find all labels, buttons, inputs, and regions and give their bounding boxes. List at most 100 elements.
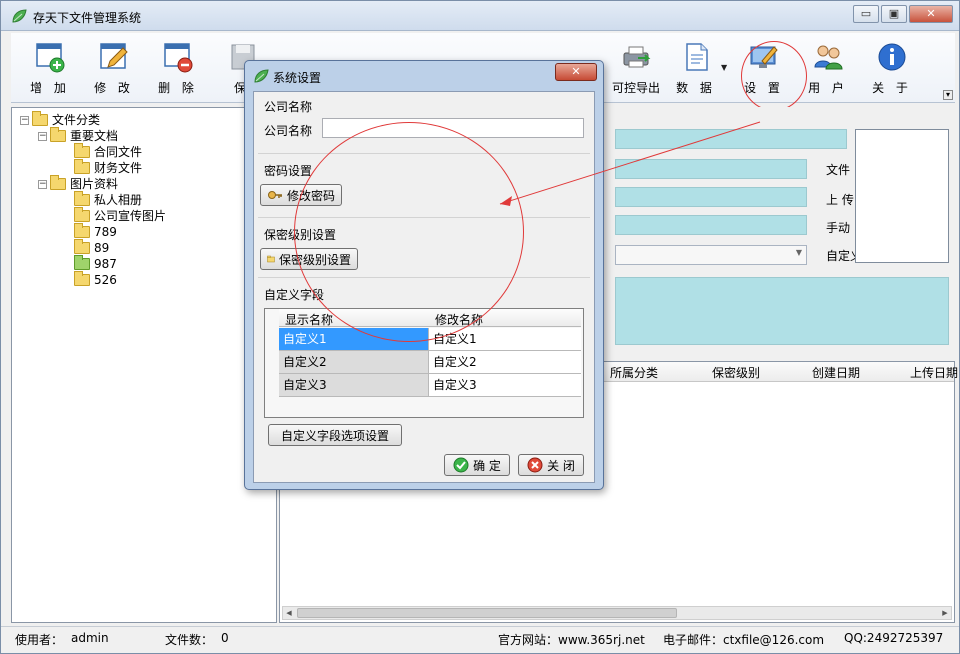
dialog-title-bar[interactable]: 系统设置 ✕ bbox=[245, 61, 603, 91]
add-label: 增 加 bbox=[30, 81, 70, 95]
ok-button[interactable]: 确 定 bbox=[444, 454, 510, 476]
about-label: 关 于 bbox=[872, 81, 912, 95]
detail-field-4[interactable] bbox=[615, 215, 807, 235]
security-level-label: 保密级别设置 bbox=[278, 252, 351, 267]
rename-cell[interactable]: 自定义1 bbox=[429, 328, 581, 350]
tree-node-label: 文件分类 bbox=[52, 113, 101, 127]
display-name-cell: 自定义1 bbox=[279, 328, 429, 350]
tree-node-789[interactable]: 789 bbox=[74, 223, 117, 240]
window-controls: ▭ ▣ ✕ bbox=[851, 5, 953, 23]
col-security-level[interactable]: 保密级别 bbox=[712, 364, 760, 381]
data-dropdown-arrow-icon[interactable]: ▼ bbox=[721, 63, 727, 72]
about-button[interactable]: 关 于 bbox=[863, 37, 921, 99]
col-rename[interactable]: 修改名称 bbox=[435, 311, 483, 328]
delete-button[interactable]: 删 除 bbox=[149, 37, 207, 99]
users-label: 用 户 bbox=[808, 81, 848, 95]
tree-node-important-docs[interactable]: − 重要文档 bbox=[38, 127, 118, 144]
folder-icon bbox=[74, 159, 90, 174]
folder-icon bbox=[74, 271, 90, 286]
manual-label: 手动 bbox=[826, 221, 851, 235]
folder-icon bbox=[50, 127, 66, 142]
toolbar-overflow-icon[interactable]: ▾ bbox=[943, 90, 953, 100]
scroll-right-icon[interactable]: ▶ bbox=[939, 607, 951, 619]
chevron-down-icon: ▼ bbox=[795, 248, 802, 257]
user-value: admin bbox=[71, 631, 109, 645]
collapse-icon[interactable]: − bbox=[20, 115, 29, 125]
minimize-button[interactable]: ▭ bbox=[853, 5, 879, 23]
folder-icon bbox=[74, 191, 90, 206]
password-section-title: 密码设置 bbox=[264, 164, 313, 178]
title-bar: 存天下文件管理系统 ▭ ▣ ✕ bbox=[1, 1, 959, 31]
category-tree: − 文件分类 − 重要文档 合同文件 财务文件 − 图片资料 私人相册 公司宣传… bbox=[11, 107, 277, 623]
export-button[interactable]: 可控导出 bbox=[607, 37, 665, 99]
key-icon bbox=[267, 191, 282, 199]
change-password-button[interactable]: 修改密码 bbox=[260, 184, 342, 206]
password-section: 密码设置 修改密码 bbox=[258, 154, 590, 218]
tree-node-526[interactable]: 526 bbox=[74, 271, 117, 288]
email-link[interactable]: 电子邮件：ctxfile@126.com bbox=[663, 631, 824, 648]
table-row[interactable]: 自定义1 自定义1 bbox=[279, 328, 581, 351]
tree-node-89[interactable]: 89 bbox=[74, 239, 110, 256]
collapse-icon[interactable]: − bbox=[38, 131, 47, 141]
settings-monitor-icon bbox=[750, 46, 778, 68]
tree-node-label: 789 bbox=[94, 225, 117, 239]
status-bar: 使用者： admin 文件数： 0 官方网站：www.365rj.net 电子邮… bbox=[1, 626, 959, 648]
users-button[interactable]: 用 户 bbox=[799, 37, 857, 99]
tree-node-root[interactable]: − 文件分类 bbox=[20, 111, 101, 128]
qq-text: QQ:2492725397 bbox=[844, 631, 944, 645]
cancel-button[interactable]: 关 闭 bbox=[518, 454, 584, 476]
tree-node-label: 89 bbox=[94, 241, 110, 255]
close-button[interactable]: ✕ bbox=[909, 5, 953, 23]
tree-node-finance[interactable]: 财务文件 bbox=[74, 159, 142, 176]
rename-cell[interactable]: 自定义3 bbox=[429, 374, 581, 396]
tree-node-images[interactable]: − 图片资料 bbox=[38, 175, 118, 192]
scroll-left-icon[interactable]: ◀ bbox=[283, 607, 295, 619]
add-button[interactable]: 增 加 bbox=[21, 37, 79, 99]
tree-node-label: 公司宣传图片 bbox=[94, 209, 167, 223]
restore-button[interactable]: ▣ bbox=[881, 5, 907, 23]
window-title: 存天下文件管理系统 bbox=[33, 11, 142, 25]
company-name-input[interactable] bbox=[322, 118, 584, 138]
edit-button[interactable]: 修 改 bbox=[85, 37, 143, 99]
data-button[interactable]: 数 据 bbox=[667, 37, 725, 99]
change-password-label: 修改密码 bbox=[286, 188, 335, 203]
collapse-icon[interactable]: − bbox=[38, 179, 47, 189]
file-count-label: 文件数： bbox=[165, 633, 214, 647]
users-icon bbox=[814, 45, 843, 70]
tree-node-contracts[interactable]: 合同文件 bbox=[74, 143, 142, 160]
cancel-label: 关 闭 bbox=[547, 458, 575, 473]
website-link[interactable]: 官方网站：www.365rj.net bbox=[498, 631, 645, 648]
detail-dropdown[interactable]: ▼ bbox=[615, 245, 807, 265]
col-category[interactable]: 所属分类 bbox=[610, 364, 658, 381]
notes-field[interactable] bbox=[615, 277, 949, 345]
col-created-date[interactable]: 创建日期 bbox=[812, 364, 860, 381]
detail-field-2[interactable] bbox=[615, 159, 807, 179]
folder-icon bbox=[74, 207, 90, 222]
tree-node-private-album[interactable]: 私人相册 bbox=[74, 191, 143, 208]
security-level-button[interactable]: 保密级别设置 bbox=[260, 248, 358, 270]
folder-icon bbox=[32, 111, 48, 126]
dialog-close-button[interactable]: ✕ bbox=[555, 63, 597, 81]
detail-field-1[interactable] bbox=[615, 129, 847, 149]
table-row[interactable]: 自定义3 自定义3 bbox=[279, 374, 581, 397]
leaf-icon bbox=[12, 9, 27, 23]
export-printer-icon bbox=[623, 46, 651, 68]
custom-options-button[interactable]: 自定义字段选项设置 bbox=[268, 424, 402, 446]
delete-label: 删 除 bbox=[158, 81, 198, 95]
table-row[interactable]: 自定义2 自定义2 bbox=[279, 351, 581, 374]
scrollbar-thumb[interactable] bbox=[297, 608, 677, 618]
col-display-name[interactable]: 显示名称 bbox=[285, 311, 333, 328]
horizontal-scrollbar[interactable]: ◀ ▶ bbox=[282, 606, 952, 620]
tree-node-promo-images[interactable]: 公司宣传图片 bbox=[74, 207, 167, 224]
export-label: 可控导出 bbox=[611, 81, 660, 95]
settings-button[interactable]: 设 置 bbox=[735, 37, 793, 99]
rename-cell[interactable]: 自定义2 bbox=[429, 351, 581, 373]
edit-pencil-icon bbox=[100, 43, 128, 69]
tree-node-label: 私人相册 bbox=[94, 193, 143, 207]
detail-field-3[interactable] bbox=[615, 187, 807, 207]
custom-fields-grid: 显示名称 修改名称 自定义1 自定义1 自定义2 自定义2 自定义3 自定义3 bbox=[264, 308, 584, 418]
user-label: 使用者： bbox=[15, 633, 64, 647]
tree-node-987[interactable]: 987 bbox=[74, 255, 117, 272]
tree-node-label: 987 bbox=[94, 257, 117, 271]
col-upload-date[interactable]: 上传日期 bbox=[910, 364, 958, 381]
